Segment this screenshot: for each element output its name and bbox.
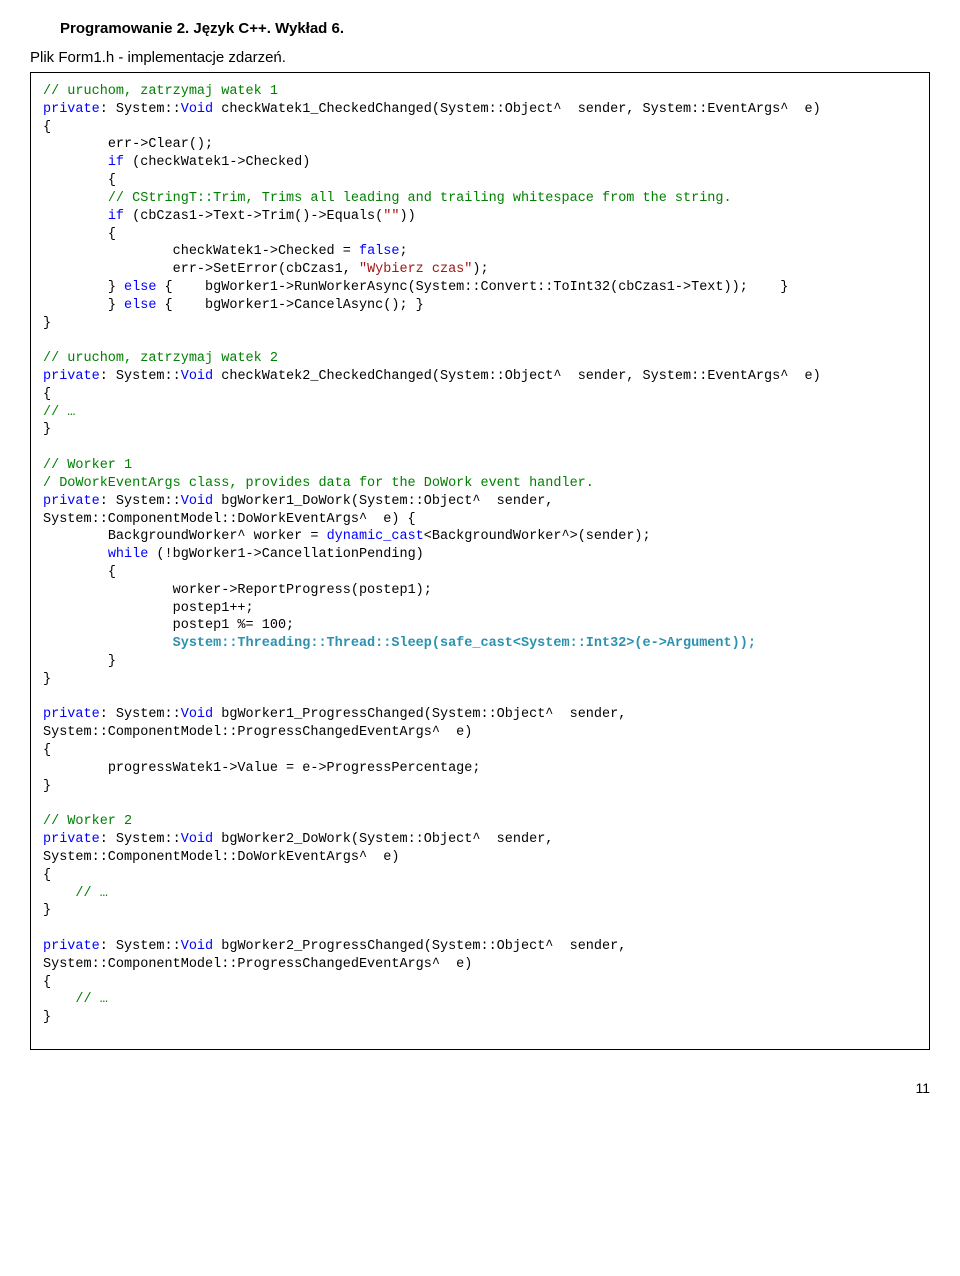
- code-line: }: [43, 903, 51, 918]
- code-text: checkWatek1_CheckedChanged(System::Objec…: [213, 102, 821, 117]
- code-comment: // …: [43, 405, 75, 420]
- code-comment: // CStringT::Trim, Trims all leading and…: [43, 191, 732, 206]
- code-kw: Void: [181, 369, 213, 384]
- code-line: System::ComponentModel::ProgressChangedE…: [43, 957, 472, 972]
- code-kw: Void: [181, 494, 213, 509]
- code-kw: private: [43, 102, 100, 117]
- code-text: [43, 209, 108, 224]
- code-comment: // Worker 2: [43, 814, 132, 829]
- code-line: {: [43, 565, 116, 580]
- code-text: }: [43, 298, 124, 313]
- code-line: }: [43, 316, 51, 331]
- code-kw: else: [124, 298, 156, 313]
- code-text: : System::: [100, 102, 181, 117]
- code-text: { bgWorker1->RunWorkerAsync(System::Conv…: [156, 280, 788, 295]
- code-kw: Void: [181, 102, 213, 117]
- code-text: err->SetError(cbCzas1,: [43, 262, 359, 277]
- code-text: { bgWorker1->CancelAsync(); }: [156, 298, 423, 313]
- page-title: Programowanie 2. Język C++. Wykład 6.: [60, 20, 930, 37]
- code-text: : System::: [100, 832, 181, 847]
- code-listing: // uruchom, zatrzymaj watek 1 private: S…: [30, 72, 930, 1050]
- code-comment: // Worker 1: [43, 458, 132, 473]
- code-line: {: [43, 868, 51, 883]
- code-kw: while: [108, 547, 149, 562]
- code-text: BackgroundWorker^ worker =: [43, 529, 327, 544]
- page-subtitle: Plik Form1.h - implementacje zdarzeń.: [30, 49, 930, 66]
- code-line: System::ComponentModel::DoWorkEventArgs^…: [43, 512, 416, 527]
- code-line: System::ComponentModel::DoWorkEventArgs^…: [43, 850, 399, 865]
- code-comment: // …: [43, 992, 108, 1007]
- code-line: {: [43, 227, 116, 242]
- code-text: bgWorker2_ProgressChanged(System::Object…: [213, 939, 626, 954]
- code-line: System::ComponentModel::ProgressChangedE…: [43, 725, 472, 740]
- code-kw: if: [108, 209, 124, 224]
- code-line: {: [43, 975, 51, 990]
- code-kw: if: [108, 155, 124, 170]
- code-text: }: [43, 280, 124, 295]
- code-line: err->Clear();: [43, 137, 213, 152]
- code-line: worker->ReportProgress(postep1);: [43, 583, 432, 598]
- code-text: ;: [399, 244, 407, 259]
- code-text: (cbCzas1->Text->Trim()->Equals(: [124, 209, 383, 224]
- code-line: postep1 %= 100;: [43, 618, 294, 633]
- code-api: System::Threading::Thread::Sleep(safe_ca…: [43, 636, 756, 651]
- code-text: checkWatek2_CheckedChanged(System::Objec…: [213, 369, 821, 384]
- code-text: (checkWatek1->Checked): [124, 155, 310, 170]
- code-line: }: [43, 654, 116, 669]
- code-kw: private: [43, 369, 100, 384]
- code-kw: private: [43, 832, 100, 847]
- code-str: "": [383, 209, 399, 224]
- code-line: }: [43, 1010, 51, 1025]
- code-text: : System::: [100, 939, 181, 954]
- code-text: );: [472, 262, 488, 277]
- code-kw: dynamic_cast: [327, 529, 424, 544]
- code-kw: Void: [181, 707, 213, 722]
- code-str: "Wybierz czas": [359, 262, 472, 277]
- code-kw: private: [43, 939, 100, 954]
- code-text: checkWatek1->Checked =: [43, 244, 359, 259]
- code-text: (!bgWorker1->CancellationPending): [148, 547, 423, 562]
- code-line: }: [43, 779, 51, 794]
- code-kw: Void: [181, 832, 213, 847]
- code-text: )): [399, 209, 415, 224]
- code-kw: else: [124, 280, 156, 295]
- page-number: 11: [30, 1080, 930, 1096]
- code-line: }: [43, 672, 51, 687]
- code-line: progressWatek1->Value = e->ProgressPerce…: [43, 761, 480, 776]
- code-text: bgWorker1_DoWork(System::Object^ sender,: [213, 494, 553, 509]
- code-text: : System::: [100, 707, 181, 722]
- code-line: // uruchom, zatrzymaj watek 1: [43, 84, 278, 99]
- code-text: [43, 547, 108, 562]
- code-line: {: [43, 387, 51, 402]
- code-kw: private: [43, 494, 100, 509]
- code-text: : System::: [100, 369, 181, 384]
- code-comment: // …: [43, 886, 108, 901]
- code-text: bgWorker1_ProgressChanged(System::Object…: [213, 707, 626, 722]
- code-kw: false: [359, 244, 400, 259]
- code-line: {: [43, 120, 51, 135]
- code-kw: private: [43, 707, 100, 722]
- code-text: bgWorker2_DoWork(System::Object^ sender,: [213, 832, 553, 847]
- code-comment: / DoWorkEventArgs class, provides data f…: [43, 476, 594, 491]
- code-line: {: [43, 173, 116, 188]
- code-comment: // uruchom, zatrzymaj watek 2: [43, 351, 278, 366]
- code-text: : System::: [100, 494, 181, 509]
- code-line: postep1++;: [43, 601, 254, 616]
- code-kw: Void: [181, 939, 213, 954]
- code-line: }: [43, 422, 51, 437]
- code-text: <BackgroundWorker^>(sender);: [424, 529, 651, 544]
- code-line: {: [43, 743, 51, 758]
- code-text: [43, 155, 108, 170]
